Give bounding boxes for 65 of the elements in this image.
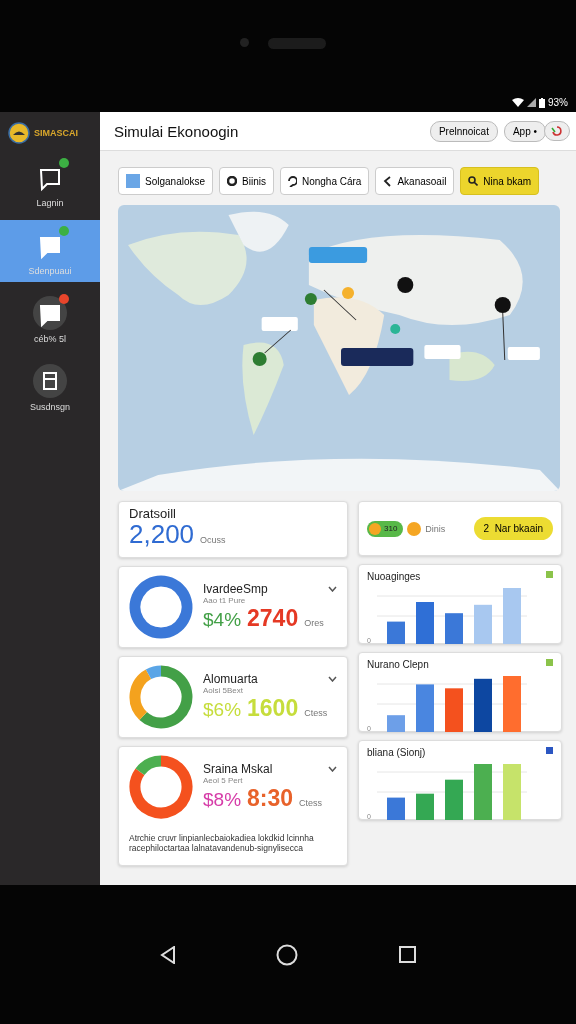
square-icon	[126, 174, 140, 188]
filter-chip[interactable]: Solganalokse	[118, 167, 214, 195]
header-button[interactable]: App •	[503, 120, 546, 142]
hook-icon	[287, 175, 297, 187]
chevron-icon[interactable]	[328, 766, 337, 772]
metric-percent: $6%	[203, 699, 242, 721]
status-dot	[407, 521, 422, 536]
stat-unit: Ocuss	[200, 535, 226, 545]
recents-icon[interactable]	[398, 946, 416, 963]
nav-item[interactable]: céb% 5l	[0, 288, 100, 350]
metric-title: IvardeeSmp	[203, 582, 268, 596]
camera-lens	[240, 38, 249, 47]
metric-percent: $4%	[203, 609, 242, 631]
metric-value: 1600	[247, 695, 299, 722]
status-label: Dinis	[425, 523, 446, 534]
stat-value: 2,200	[129, 521, 195, 547]
refresh-icon	[551, 125, 563, 137]
refresh-button[interactable]	[544, 121, 570, 141]
metric-title: Alomuarta	[203, 672, 258, 686]
metric-unit: Ores	[304, 618, 324, 628]
page-title: Simulai Ekonoogin	[114, 122, 239, 140]
header-button[interactable]: Prelnnoicat	[429, 120, 498, 142]
metric-note: Atrchie cruvr linpianlecbaiokadiea lokdkid lcinnha racephiloctartaa lalnatavandenub-signylisecca	[129, 833, 315, 853]
filter-chip[interactable]: Nongha Cára	[279, 167, 370, 195]
nav-item[interactable]: Susdnsgn	[0, 356, 100, 418]
chat-icon	[33, 296, 67, 330]
logo-icon	[8, 122, 30, 144]
action-button[interactable]: 2 Nar bkaain	[473, 517, 553, 540]
chevron-icon[interactable]	[328, 676, 337, 682]
stat-label: Dratsoill	[129, 506, 177, 521]
donut-drawing	[129, 755, 193, 819]
home-icon[interactable]	[276, 943, 299, 966]
chart-title: bliana (Sionj)	[367, 747, 426, 758]
metric-subtitle: Aeol 5 Pert	[203, 776, 244, 785]
legend-icon	[546, 571, 553, 578]
legend-icon	[546, 747, 553, 754]
metric-subtitle: Aao t1 Pure	[203, 596, 247, 605]
donut-drawing	[129, 575, 193, 639]
search-icon	[468, 176, 479, 186]
metric-unit: Ctess	[304, 708, 328, 718]
chart-title: Nurano Clepn	[367, 659, 429, 670]
filter-chip[interactable]: Akanasoail	[375, 167, 455, 195]
metric-subtitle: Aolsi 5Bext	[203, 686, 245, 695]
battery-icon	[539, 97, 545, 108]
metric-unit: Ctess	[299, 798, 323, 808]
donut-drawing	[129, 665, 193, 729]
nav-item[interactable]: Lagnin	[0, 152, 100, 214]
chevron-left-icon	[383, 175, 393, 187]
logo-text: SIMASCAI	[34, 128, 78, 138]
filter-chip[interactable]: Biinis	[219, 167, 274, 195]
ring-icon	[227, 176, 238, 186]
list-icon	[33, 364, 67, 398]
metric-percent: $8%	[203, 789, 242, 811]
filter-chip[interactable]: Nina bkam	[460, 167, 540, 195]
back-icon[interactable]	[160, 945, 177, 964]
metric-value: 8:30	[247, 785, 294, 812]
battery-percent: 93%	[548, 97, 568, 108]
chevron-icon[interactable]	[328, 586, 337, 592]
chart-title: Nuoaginges	[367, 571, 421, 582]
wifi-icon	[512, 98, 524, 107]
legend-icon	[546, 659, 553, 666]
metric-title: Sraina Mskal	[203, 762, 273, 776]
status-pill: 310	[367, 520, 404, 537]
signal-icon	[527, 98, 536, 107]
metric-value: 2740	[247, 605, 299, 632]
